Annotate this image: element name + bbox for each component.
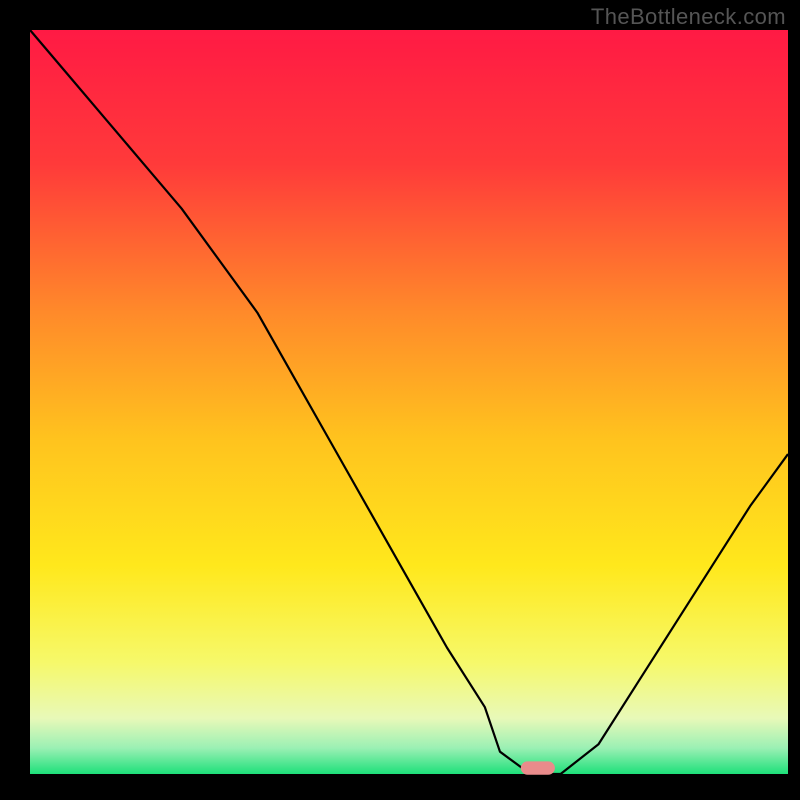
watermark-text: TheBottleneck.com: [591, 4, 786, 30]
plot-svg: [0, 0, 800, 800]
plot-area: [30, 30, 788, 774]
optimal-marker: [521, 761, 555, 774]
bottleneck-chart: TheBottleneck.com: [0, 0, 800, 800]
